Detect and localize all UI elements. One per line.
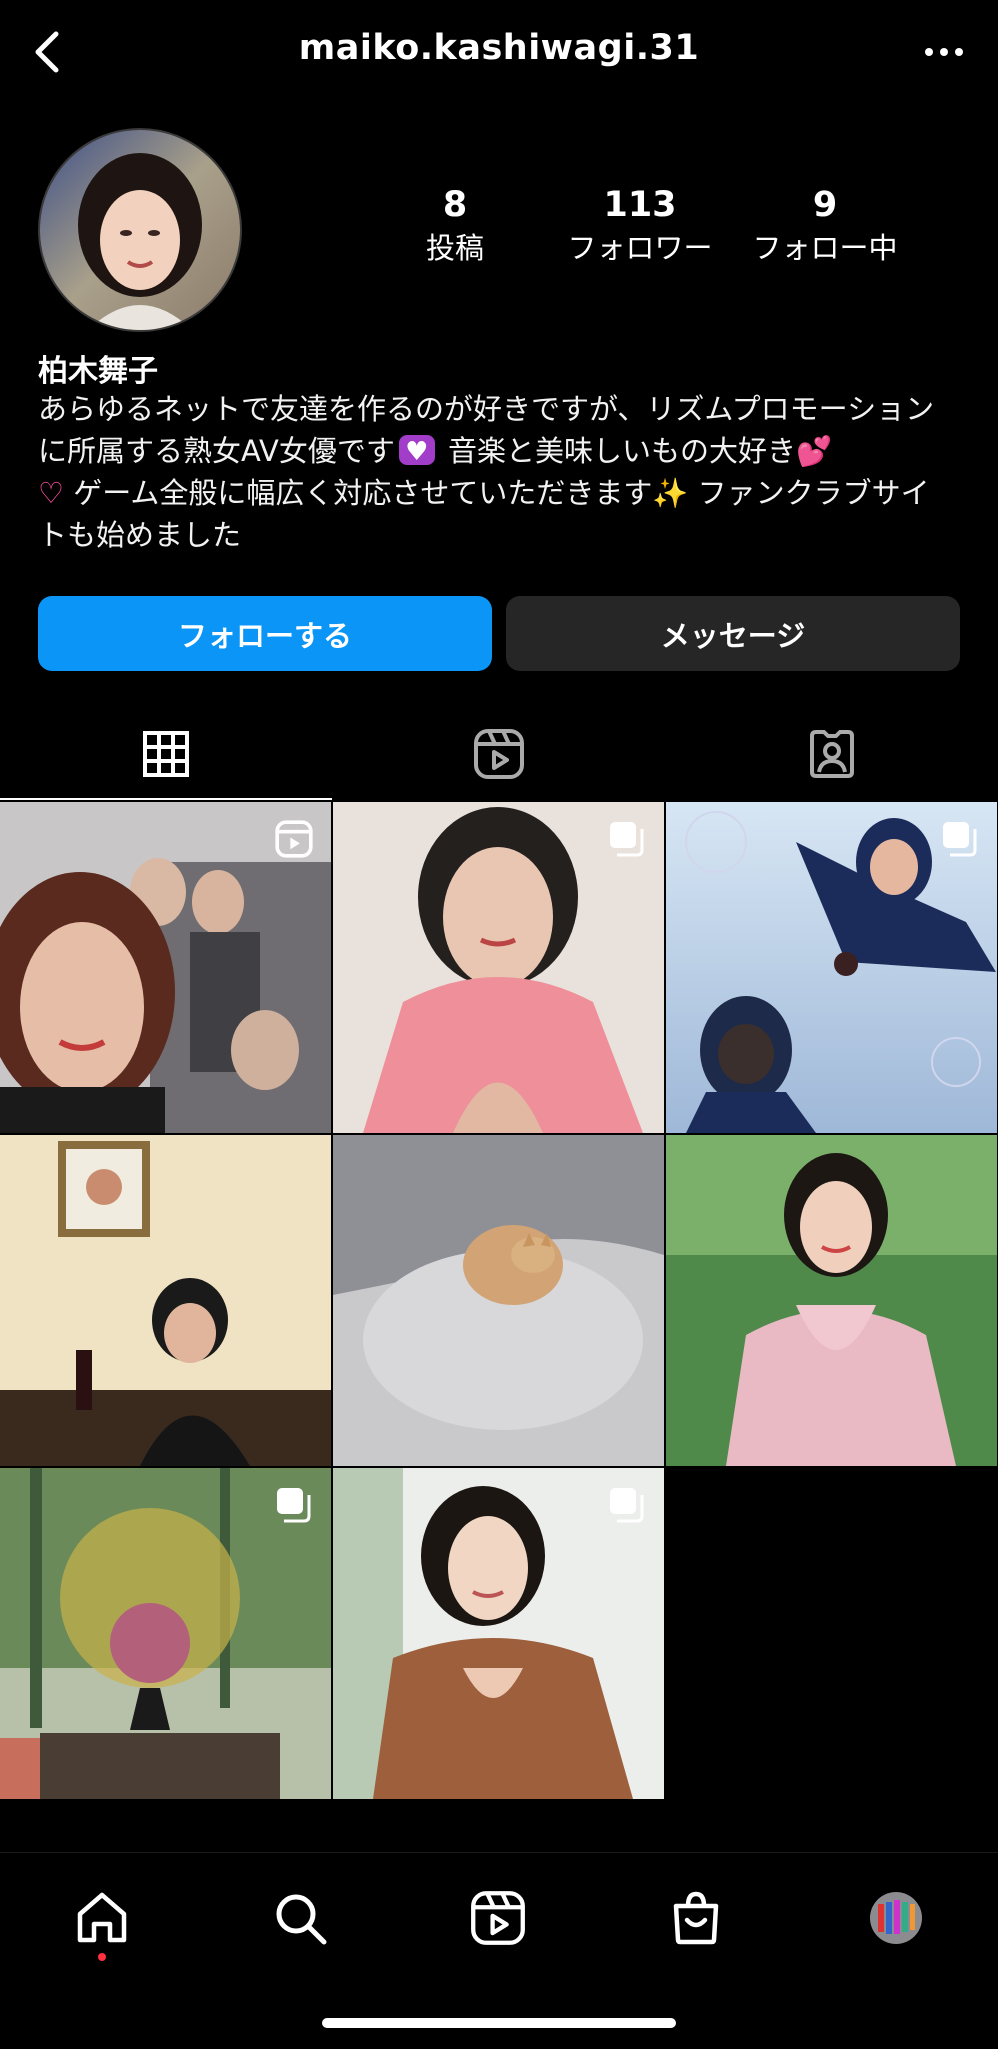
post-image-pink-blouse (666, 1135, 997, 1466)
notification-dot (98, 1953, 106, 1961)
grid-icon (143, 731, 189, 777)
shop-icon (673, 1891, 719, 1945)
following-count: 9 (812, 185, 838, 225)
posts-stat[interactable]: 8 投稿 (360, 183, 550, 267)
profile-avatar (870, 1892, 922, 1944)
nav-reels[interactable] (458, 1883, 538, 1953)
following-stat[interactable]: 9 フォロー中 (730, 183, 920, 267)
post-thumbnail-2[interactable] (333, 802, 664, 1133)
tab-posts-grid[interactable] (0, 708, 332, 800)
reels-icon (471, 1891, 525, 1945)
nav-search[interactable] (260, 1883, 340, 1953)
post-thumbnail-7[interactable] (0, 1468, 331, 1799)
nav-profile[interactable] (856, 1883, 936, 1953)
profile-username: maiko.kashiwagi.31 (298, 28, 700, 68)
search-icon (276, 1894, 327, 1945)
profile-bio: あらゆるネットで友達を作るのが好きですが、リズムプロモーションに所属する熟女AV… (38, 388, 958, 556)
posts-label: 投稿 (425, 231, 484, 265)
post-thumbnail-4[interactable] (0, 1135, 331, 1466)
reel-indicator-icon (275, 820, 313, 862)
followers-stat[interactable]: 113 フォロワー (545, 183, 735, 267)
display-name: 柏木舞子 (38, 354, 158, 389)
bio-text-2: 音楽と美味しいもの大好き (438, 434, 797, 468)
heart-ribbon-emoji: ♡ (38, 476, 64, 510)
post-image-restaurant (0, 1135, 331, 1466)
post-thumbnail-5[interactable] (333, 1135, 664, 1466)
multi-post-icon (275, 1486, 313, 1528)
post-thumbnail-6[interactable] (666, 1135, 997, 1466)
more-horizontal-icon (925, 48, 963, 56)
multi-post-icon (941, 820, 979, 862)
bio-text-3: ゲーム全般に幅広く対応させていただきます (64, 476, 653, 510)
following-label: フォロー中 (752, 231, 898, 265)
two-hearts-emoji: 💕 (796, 434, 833, 468)
post-thumbnail-8[interactable] (333, 1468, 664, 1799)
multi-post-icon (608, 820, 646, 862)
more-options-button[interactable] (912, 28, 976, 76)
posts-count: 8 (442, 185, 468, 225)
post-image-sleeping-cat (333, 1135, 664, 1466)
sparkles-emoji: ✨ (652, 476, 689, 510)
nav-home[interactable] (62, 1883, 142, 1953)
multi-post-icon (608, 1486, 646, 1528)
home-icon (77, 1892, 127, 1943)
followers-label: フォロワー (567, 231, 713, 265)
profile-stats: 8 投稿 113 フォロワー 9 フォロー中 (360, 183, 940, 273)
avatar-image (40, 130, 240, 330)
home-indicator (322, 2018, 676, 2028)
purple-heart-emoji (398, 431, 435, 473)
tagged-icon (810, 730, 854, 778)
profile-tabs (0, 708, 998, 800)
followers-count: 113 (603, 185, 677, 225)
profile-avatar[interactable] (38, 128, 242, 332)
reels-icon (474, 729, 524, 779)
tab-tagged[interactable] (666, 708, 998, 800)
tab-reels[interactable] (333, 708, 665, 800)
post-thumbnail-3[interactable] (666, 802, 997, 1133)
nav-shop[interactable] (656, 1883, 736, 1953)
top-header: maiko.kashiwagi.31 (0, 0, 998, 105)
post-thumbnail-1[interactable] (0, 802, 331, 1133)
follow-button[interactable]: フォローする (38, 596, 492, 671)
message-button[interactable]: メッセージ (506, 596, 960, 671)
